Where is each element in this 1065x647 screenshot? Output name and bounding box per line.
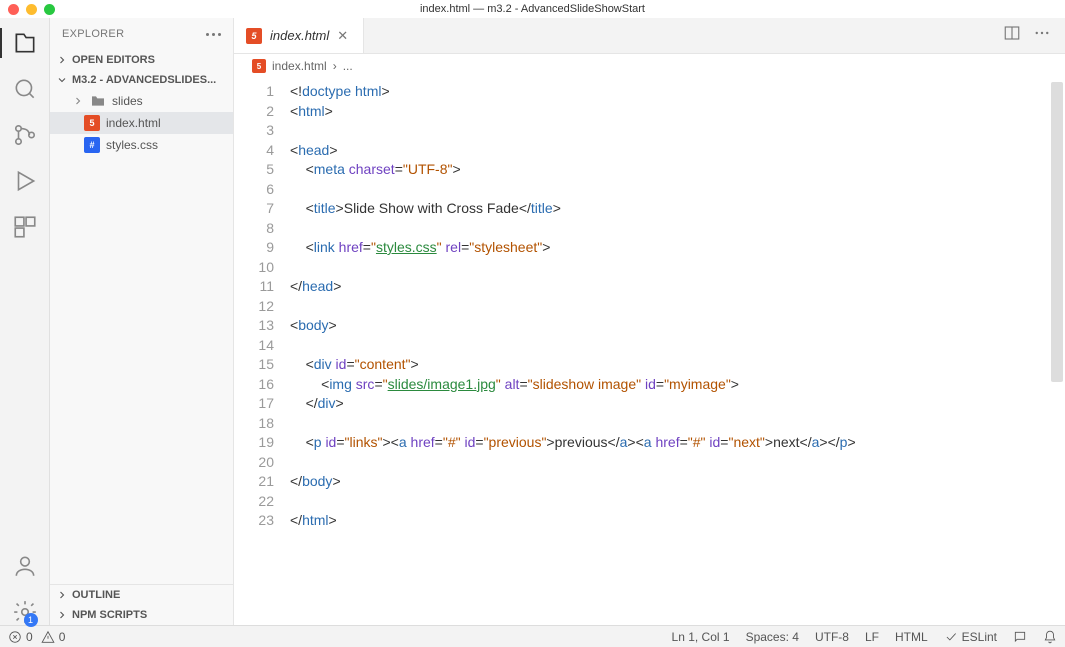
npm-scripts-label: NPM SCRIPTS xyxy=(72,609,147,621)
status-encoding[interactable]: UTF-8 xyxy=(815,630,849,644)
extensions-icon[interactable] xyxy=(12,214,38,240)
editor-more-icon[interactable] xyxy=(1033,24,1051,47)
mac-window-controls xyxy=(8,4,55,15)
status-errors[interactable]: 0 xyxy=(8,630,33,644)
eslint-label: ESLint xyxy=(962,630,997,644)
explorer-title: EXPLORER xyxy=(62,28,124,40)
search-icon[interactable] xyxy=(12,76,38,102)
status-language[interactable]: HTML xyxy=(895,630,928,644)
tree-label: index.html xyxy=(106,116,161,130)
tree-file-styles[interactable]: # styles.css xyxy=(50,134,233,156)
tab-label: index.html xyxy=(270,28,329,43)
chevron-right-icon: › xyxy=(333,59,337,73)
explorer-icon[interactable] xyxy=(12,30,38,56)
split-editor-icon[interactable] xyxy=(1003,24,1021,47)
section-npm-scripts[interactable]: NPM SCRIPTS xyxy=(50,605,233,625)
chevron-right-icon xyxy=(56,54,68,66)
section-outline[interactable]: OUTLINE xyxy=(50,585,233,605)
activity-bar: 1 xyxy=(0,18,50,625)
status-eslint[interactable]: ESLint xyxy=(944,630,997,644)
maximize-window-icon[interactable] xyxy=(44,4,55,15)
tree-folder-slides[interactable]: slides xyxy=(50,90,233,112)
breadcrumb[interactable]: 5 index.html › ... xyxy=(234,54,1065,78)
code-content[interactable]: <!doctype html><html> <head> <meta chars… xyxy=(290,78,1065,625)
section-project[interactable]: M3.2 - ADVANCEDSLIDES... xyxy=(50,70,233,90)
html-file-icon: 5 xyxy=(246,28,262,44)
breadcrumb-more: ... xyxy=(343,59,353,73)
chevron-down-icon xyxy=(56,74,68,86)
close-window-icon[interactable] xyxy=(8,4,19,15)
accounts-icon[interactable] xyxy=(12,553,38,579)
outline-label: OUTLINE xyxy=(72,589,120,601)
warnings-count: 0 xyxy=(59,630,66,644)
chevron-right-icon xyxy=(56,609,68,621)
css-file-icon: # xyxy=(84,137,100,153)
status-eol[interactable]: LF xyxy=(865,630,879,644)
tree-file-index[interactable]: 5 index.html xyxy=(50,112,233,134)
line-number-gutter: 1234567891011121314151617181920212223 xyxy=(234,78,290,625)
status-bar: 0 0 Ln 1, Col 1 Spaces: 4 UTF-8 LF HTML … xyxy=(0,625,1065,647)
chevron-right-icon xyxy=(72,95,84,107)
file-tree: slides 5 index.html # styles.css xyxy=(50,90,233,584)
tab-index-html[interactable]: 5 index.html ✕ xyxy=(234,18,364,53)
tree-label: styles.css xyxy=(106,138,158,152)
code-editor[interactable]: 1234567891011121314151617181920212223 <!… xyxy=(234,78,1065,625)
project-label: M3.2 - ADVANCEDSLIDES... xyxy=(72,74,216,86)
window-title: index.html — m3.2 - AdvancedSlideShowSta… xyxy=(0,0,1065,18)
feedback-icon[interactable] xyxy=(1013,630,1027,644)
close-icon[interactable]: ✕ xyxy=(337,28,351,44)
source-control-icon[interactable] xyxy=(12,122,38,148)
section-open-editors[interactable]: OPEN EDITORS xyxy=(50,50,233,70)
open-editors-label: OPEN EDITORS xyxy=(72,54,155,66)
manage-gear-icon[interactable]: 1 xyxy=(12,599,38,625)
status-line-col[interactable]: Ln 1, Col 1 xyxy=(672,630,730,644)
html-file-icon: 5 xyxy=(84,115,100,131)
tab-bar: 5 index.html ✕ xyxy=(234,18,1065,54)
bell-icon[interactable] xyxy=(1043,630,1057,644)
tree-label: slides xyxy=(112,94,143,108)
minimize-window-icon[interactable] xyxy=(26,4,37,15)
html-file-icon: 5 xyxy=(252,59,266,73)
breadcrumb-file: index.html xyxy=(272,59,327,73)
explorer-more-icon[interactable] xyxy=(206,33,221,36)
sidebar-explorer: EXPLORER OPEN EDITORS M3.2 - ADVANCEDSLI… xyxy=(50,18,234,625)
status-indent[interactable]: Spaces: 4 xyxy=(746,630,799,644)
editor-column: 5 index.html ✕ 5 index.html › ... 123456… xyxy=(234,18,1065,625)
folder-icon xyxy=(90,93,106,109)
chevron-right-icon xyxy=(56,589,68,601)
errors-count: 0 xyxy=(26,630,33,644)
status-warnings[interactable]: 0 xyxy=(41,630,66,644)
run-debug-icon[interactable] xyxy=(12,168,38,194)
scrollbar-vertical[interactable] xyxy=(1051,82,1063,382)
